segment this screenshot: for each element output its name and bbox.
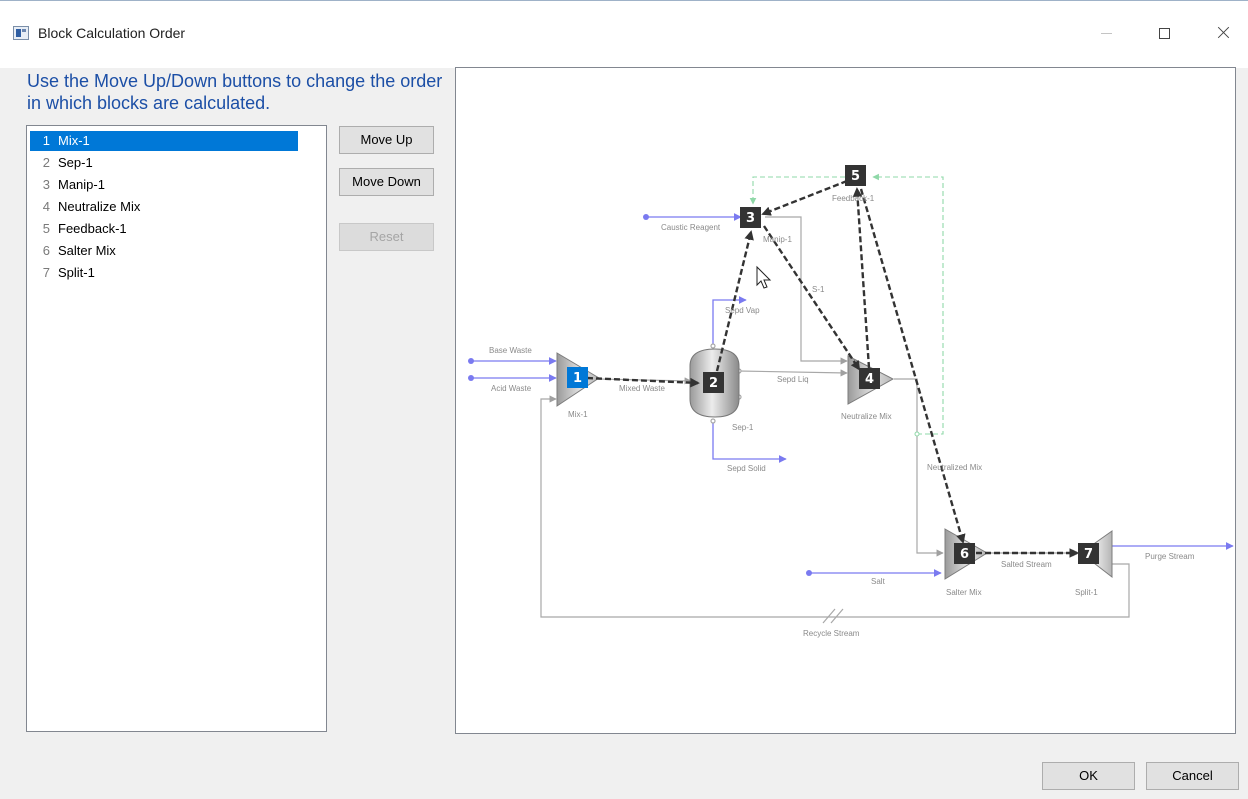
order-badge-3: 3 [740, 207, 761, 228]
app-window-icon [13, 26, 29, 40]
stream-label-sepd-liq: Sepd Liq [777, 375, 809, 384]
list-item-mix-1[interactable]: 1 Mix-1 [30, 131, 298, 151]
stream-label-s1: S-1 [812, 285, 825, 294]
stream-label-mixed-waste: Mixed Waste [619, 384, 665, 393]
stream-label-sepd-vap: Sepd Vap [725, 306, 760, 315]
list-item-number: 7 [42, 265, 50, 280]
window-top-border [0, 0, 1248, 1]
order-badges: 1 2 3 4 5 6 7 [567, 165, 1099, 564]
close-button[interactable] [1200, 18, 1246, 48]
maximize-button[interactable] [1141, 18, 1187, 48]
list-item-split-1[interactable]: 7 Split-1 [30, 263, 298, 283]
list-item-label: Sep-1 [58, 155, 93, 170]
list-item-label: Feedback-1 [58, 221, 127, 236]
svg-text:4: 4 [865, 372, 874, 387]
ok-button[interactable]: OK [1042, 762, 1135, 790]
window-title: Block Calculation Order [38, 25, 186, 41]
stream-label-acid-waste: Acid Waste [491, 384, 532, 393]
block-label-salter: Salter Mix [946, 588, 982, 597]
block-label-neutralize: Neutralize Mix [841, 412, 892, 421]
svg-text:2: 2 [709, 376, 718, 391]
list-item-label: Mix-1 [58, 133, 90, 148]
block-label-feedback: Feedback-1 [832, 194, 875, 203]
svg-text:1: 1 [573, 371, 582, 386]
order-badge-1: 1 [567, 367, 588, 388]
list-item-salter-mix[interactable]: 6 Salter Mix [30, 241, 298, 261]
flowsheet-diagram: 1 2 3 4 5 6 7 Base Waste Acid Waste Mixe… [455, 67, 1236, 734]
block-label-split: Split-1 [1075, 588, 1098, 597]
maximize-icon [1158, 27, 1170, 39]
block-label-manip: Manip-1 [763, 235, 792, 244]
stream-label-recycle-stream: Recycle Stream [803, 629, 860, 638]
list-item-number: 4 [42, 199, 50, 214]
stream-label-base-waste: Base Waste [489, 346, 532, 355]
list-item-number: 6 [42, 243, 50, 258]
list-item-number: 5 [42, 221, 50, 236]
block-label-mix: Mix-1 [568, 410, 588, 419]
calc-order-arrows [586, 179, 1079, 558]
list-item-label: Manip-1 [58, 177, 105, 192]
minimize-button[interactable] [1083, 18, 1129, 48]
stream-label-sepd-solid: Sepd Solid [727, 464, 766, 473]
block-order-list[interactable]: 1 Mix-1 2 Sep-1 3 Manip-1 4 Neutralize Mix 5… [26, 125, 327, 732]
move-down-button[interactable]: Move Down [339, 168, 434, 196]
title-bar [0, 0, 1248, 68]
list-item-label: Salter Mix [58, 243, 116, 258]
order-badge-5: 5 [845, 165, 866, 186]
list-item-label: Split-1 [58, 265, 95, 280]
block-label-sep: Sep-1 [732, 423, 754, 432]
stream-label-caustic-reagent: Caustic Reagent [661, 223, 721, 232]
mouse-cursor-icon [756, 265, 772, 289]
svg-text:6: 6 [960, 547, 969, 562]
list-item-label: Neutralize Mix [58, 199, 141, 214]
order-badge-6: 6 [954, 543, 975, 564]
close-icon [1216, 26, 1230, 40]
list-item-number: 1 [42, 133, 50, 148]
svg-text:7: 7 [1084, 547, 1093, 562]
stream-label-purge-stream: Purge Stream [1145, 552, 1195, 561]
svg-text:3: 3 [746, 211, 755, 226]
stream-label-neutralized-mix: Neutralized Mix [927, 463, 982, 472]
list-item-number: 3 [42, 177, 50, 192]
list-item-feedback-1[interactable]: 5 Feedback-1 [30, 219, 298, 239]
instructions-text: Use the Move Up/Down buttons to change t… [27, 71, 443, 113]
order-badge-7: 7 [1078, 543, 1099, 564]
stream-label-salted-stream: Salted Stream [1001, 560, 1052, 569]
list-item-sep-1[interactable]: 2 Sep-1 [30, 153, 298, 173]
order-badge-2: 2 [703, 372, 724, 393]
list-item-neutralize-mix[interactable]: 4 Neutralize Mix [30, 197, 298, 217]
move-up-button[interactable]: Move Up [339, 126, 434, 154]
reset-button[interactable]: Reset [339, 223, 434, 251]
order-badge-4: 4 [859, 368, 880, 389]
svg-text:5: 5 [851, 169, 860, 184]
list-item-number: 2 [42, 155, 50, 170]
cancel-button[interactable]: Cancel [1146, 762, 1239, 790]
list-item-manip-1[interactable]: 3 Manip-1 [30, 175, 298, 195]
minimize-icon [1100, 32, 1112, 34]
stream-label-salt: Salt [871, 577, 886, 586]
